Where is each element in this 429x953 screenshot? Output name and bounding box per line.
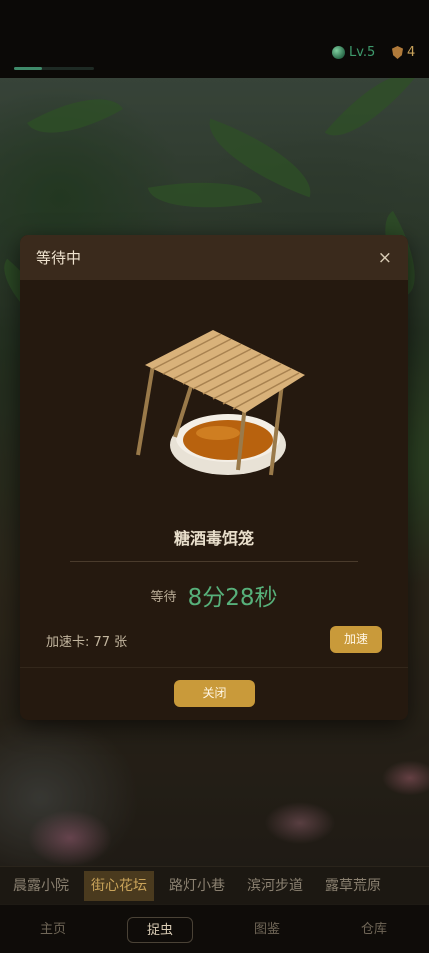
close-button[interactable]: 关闭 xyxy=(174,680,255,707)
divider xyxy=(70,561,358,562)
tab-collection[interactable]: 图鉴 xyxy=(238,917,296,943)
level-text: Lv.5 xyxy=(349,45,376,60)
close-icon[interactable]: × xyxy=(378,248,392,268)
footer-divider xyxy=(20,667,408,668)
tab-storage[interactable]: 仓库 xyxy=(345,917,403,943)
cage-leg xyxy=(136,364,155,456)
progress-fill xyxy=(14,67,42,70)
globe-icon xyxy=(332,46,345,59)
coin-indicator: 4 xyxy=(392,45,415,60)
speed-card-count: 加速卡: 77 张 xyxy=(46,635,128,650)
location-tab[interactable]: 滨河步道 xyxy=(240,871,310,901)
dialog-title: 等待中 xyxy=(36,249,82,267)
wait-label: 等待 xyxy=(150,589,177,605)
level-indicator: Lv.5 xyxy=(332,45,375,60)
location-tabs: 晨露小院 街心花坛 路灯小巷 滨河步道 露草荒原 xyxy=(0,866,429,904)
dialog-header: 等待中 × xyxy=(20,235,408,280)
tab-catch[interactable]: 捉虫 xyxy=(127,917,193,943)
shield-icon xyxy=(392,46,403,59)
waiting-dialog: 等待中 × 糖酒毒饵笼 等待 8分28秒 加速卡: 77 张 加速 关闭 xyxy=(20,235,408,720)
location-tab-active[interactable]: 街心花坛 xyxy=(84,870,154,901)
bait-cage-illustration xyxy=(136,330,305,476)
speed-up-button[interactable]: 加速 xyxy=(330,626,382,653)
progress-bar xyxy=(14,67,94,70)
top-status-bar: Lv.5 4 xyxy=(0,0,429,78)
location-tab[interactable]: 晨露小院 xyxy=(6,871,76,901)
location-tab[interactable]: 路灯小巷 xyxy=(162,871,232,901)
location-tab[interactable]: 露草荒原 xyxy=(318,871,388,901)
syrup xyxy=(183,420,273,460)
coin-count: 4 xyxy=(407,45,416,60)
item-name: 糖酒毒饵笼 xyxy=(173,529,254,548)
tab-home[interactable]: 主页 xyxy=(24,917,82,943)
syrup-highlight xyxy=(196,426,240,440)
bottom-nav: 主页 捉虫 图鉴 仓库 xyxy=(0,904,429,953)
wait-timer: 等待 8分28秒 xyxy=(20,578,408,612)
countdown-time: 8分28秒 xyxy=(187,585,278,611)
